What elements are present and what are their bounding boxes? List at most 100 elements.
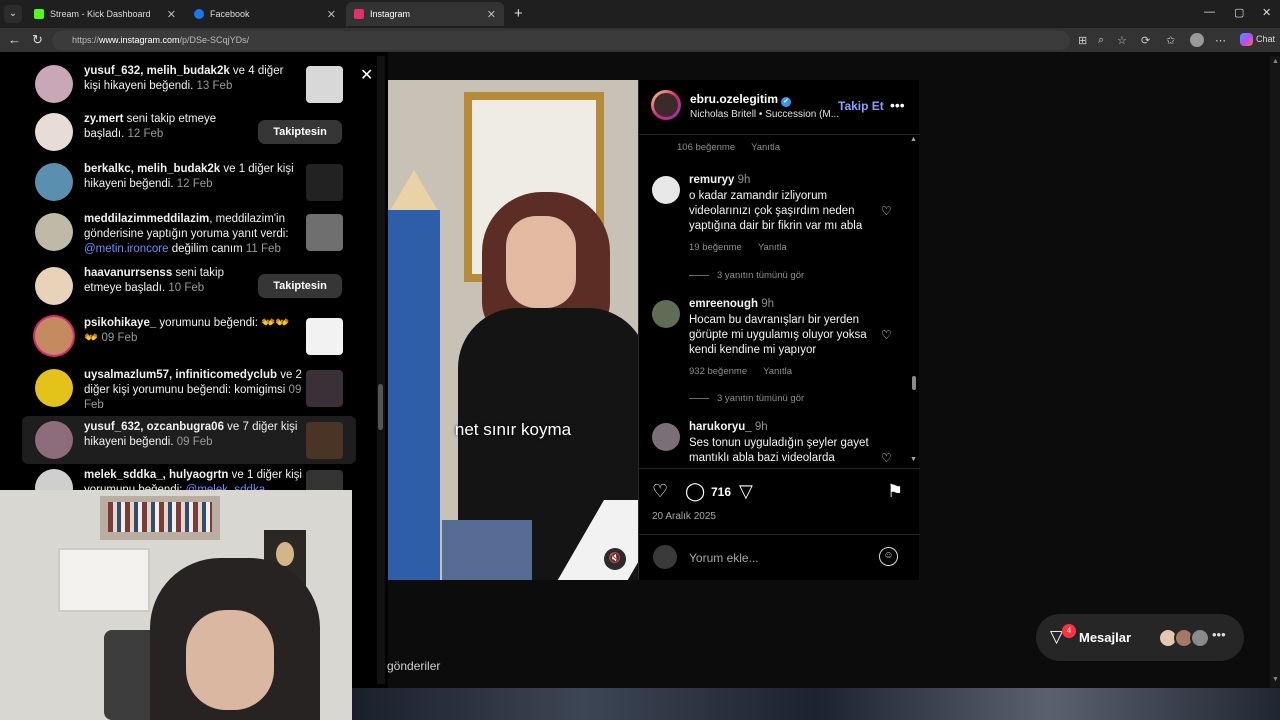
comment-icon[interactable]: ◯ <box>685 481 705 502</box>
comment-header: remuryy 9h <box>689 174 751 186</box>
post-thumbnail[interactable] <box>306 66 343 103</box>
notification-item[interactable]: psikohikaye_ yorumunu beğendi: 👐👐👐 09 Fe… <box>22 312 356 360</box>
maximize-icon[interactable]: ▢ <box>1234 6 1244 19</box>
tab-kick[interactable]: Stream - Kick Dashboard ✕ <box>26 2 184 26</box>
page-scrollbar[interactable]: ▲ ▼ <box>1270 56 1280 688</box>
avatar[interactable] <box>651 90 681 120</box>
extensions-icon[interactable]: ⟳ <box>1141 34 1150 47</box>
zoom-icon[interactable]: ⌕ <box>1098 34 1104 47</box>
notification-item[interactable]: haavanurrsenss seni takip etmeye başladı… <box>22 262 356 310</box>
post-thumbnail[interactable] <box>306 318 343 355</box>
reply-link[interactable]: Yanıtla <box>758 242 787 253</box>
tab-list-chevron-icon[interactable]: ⌄ <box>4 5 22 23</box>
scrollbar-thumb[interactable] <box>912 376 916 390</box>
close-icon[interactable]: ✕ <box>167 8 176 21</box>
close-icon[interactable]: ✕ <box>487 8 496 21</box>
following-button[interactable]: Takiptesin <box>258 274 342 298</box>
reply-link[interactable]: Yanıtla <box>751 142 780 153</box>
window-close-icon[interactable]: ✕ <box>1262 6 1271 19</box>
avatar[interactable] <box>652 176 680 204</box>
address-bar[interactable]: https://www.instagram.com/p/DSe-SCqjYDs/ <box>52 31 1070 50</box>
new-tab-icon[interactable]: + <box>514 5 523 22</box>
tab-label: Stream - Kick Dashboard <box>50 9 151 19</box>
likes-count[interactable]: 19 beğenme <box>689 242 742 253</box>
post-thumbnail[interactable] <box>306 164 343 201</box>
favorites-icon[interactable]: ✩ <box>1166 34 1175 47</box>
more-options-icon[interactable]: ••• <box>890 97 905 113</box>
comment-header: emreenough 9h <box>689 298 775 310</box>
comment-author[interactable]: remuryy <box>689 174 734 186</box>
address-toolbar: ← ↻ https://www.instagram.com/p/DSe-SCqj… <box>0 28 1280 52</box>
avatar <box>35 65 73 103</box>
back-icon[interactable]: ← <box>8 32 21 47</box>
likes-count[interactable]: 932 beğenme <box>689 366 747 377</box>
view-replies[interactable]: 3 yanıtın tümünü gör <box>689 393 804 404</box>
post-thumbnail[interactable] <box>306 370 343 407</box>
more-menu-icon[interactable]: ⋯ <box>1215 34 1226 47</box>
save-bookmark-icon[interactable]: ⚑ <box>887 481 903 502</box>
scrollbar-thumb[interactable] <box>378 384 383 430</box>
post-date: 20 Aralık 2025 <box>652 511 716 522</box>
mute-icon[interactable]: 🔇 <box>604 548 626 570</box>
heart-icon[interactable]: ♡ <box>881 451 892 465</box>
post-video[interactable]: net sınır koyma 🔇 <box>388 80 638 580</box>
favorite-star-icon[interactable]: ☆ <box>1117 34 1127 47</box>
heart-icon[interactable]: ♡ <box>881 328 892 342</box>
copilot-chat-button[interactable]: Chat <box>1240 33 1275 46</box>
follow-button[interactable]: Takip Et <box>838 99 884 113</box>
notification-text: meddilazimmeddilazim, meddilazim'in gönd… <box>84 213 289 255</box>
notification-item[interactable]: yusuf_632, ozcanbugra06 ve 7 diğer kişi … <box>22 416 356 464</box>
browser-tab-bar: ⌄ Stream - Kick Dashboard ✕ Facebook ✕ I… <box>0 0 1280 28</box>
share-icon[interactable]: ▽ <box>739 481 753 502</box>
following-button[interactable]: Takiptesin <box>258 120 342 144</box>
post-thumbnail[interactable] <box>306 214 343 251</box>
profile-avatar[interactable] <box>1190 33 1204 47</box>
scroll-down-icon[interactable]: ▼ <box>1272 676 1279 683</box>
heart-icon[interactable]: ♡ <box>881 204 892 218</box>
avatar[interactable] <box>652 300 680 328</box>
emoji-icon[interactable]: ☺ <box>879 547 898 566</box>
notification-item[interactable]: berkalkc, melih_budak2k ve 1 diğer kişi … <box>22 158 356 206</box>
comments-scrollbar[interactable]: ▲ ▼ <box>910 136 918 466</box>
whiteboard <box>58 548 150 612</box>
comment-input[interactable]: Yorum ekle... <box>689 551 759 565</box>
tab-label: Instagram <box>370 9 411 19</box>
comment-count: 716 <box>711 485 732 499</box>
close-icon[interactable]: ✕ <box>360 65 373 85</box>
like-heart-icon[interactable]: ♡ <box>652 481 668 502</box>
scroll-up-icon[interactable]: ▲ <box>1272 58 1279 65</box>
notification-item[interactable]: uysalmazlum57, infiniticomedyclub ve 2 d… <box>22 364 356 412</box>
minimize-icon[interactable]: — <box>1204 6 1215 18</box>
reload-icon[interactable]: ↻ <box>32 32 43 48</box>
notification-item[interactable]: yusuf_632, melih_budak2k ve 4 diğer kişi… <box>22 60 356 108</box>
messages-button[interactable]: ▽ 4 Mesajlar ••• <box>1036 614 1244 661</box>
scroll-up-icon[interactable]: ▲ <box>910 136 917 143</box>
comment-author[interactable]: emreenough <box>689 298 758 310</box>
person-face <box>506 216 576 308</box>
post-author[interactable]: ebru.ozelegitim ✓ <box>690 92 792 107</box>
avatar[interactable] <box>652 423 680 451</box>
app-icon[interactable]: ⊞ <box>1078 34 1087 47</box>
notifications-scrollbar[interactable] <box>377 56 385 684</box>
url-scheme: https:// <box>72 35 100 45</box>
comment-text: o kadar zamandır izliyorum videolarınızı… <box>689 190 863 232</box>
tab-instagram[interactable]: Instagram ✕ <box>346 2 504 26</box>
view-replies[interactable]: 3 yanıtın tümünü gör <box>689 270 804 281</box>
scroll-down-icon[interactable]: ▼ <box>910 456 917 463</box>
comment-header: harukoryu_ 9h <box>689 421 768 433</box>
notification-item[interactable]: meddilazimmeddilazim, meddilazim'in gönd… <box>22 208 356 260</box>
likes-count[interactable]: 106 beğenme <box>677 142 735 153</box>
close-icon[interactable]: ✕ <box>327 8 336 21</box>
comment-meta: 106 beğenme Yanıtla <box>677 142 796 153</box>
tab-facebook[interactable]: Facebook ✕ <box>186 2 344 26</box>
avatar <box>1190 628 1210 648</box>
notification-text: berkalkc, melih_budak2k ve 1 diğer kişi … <box>84 163 294 190</box>
notification-item[interactable]: zy.mert seni takip etmeye başladı. 12 Fe… <box>22 108 356 156</box>
url-host: www.instagram.com <box>99 35 180 45</box>
reply-link[interactable]: Yanıtla <box>763 366 792 377</box>
notification-text: haavanurrsenss seni takip etmeye başladı… <box>84 267 224 294</box>
comment-author[interactable]: harukoryu_ <box>689 421 752 433</box>
post-thumbnail[interactable] <box>306 422 343 459</box>
notification-text: zy.mert seni takip etmeye başladı. 12 Fe… <box>84 113 217 140</box>
audio-label[interactable]: Nicholas Britell • Succession (M... <box>690 109 840 120</box>
